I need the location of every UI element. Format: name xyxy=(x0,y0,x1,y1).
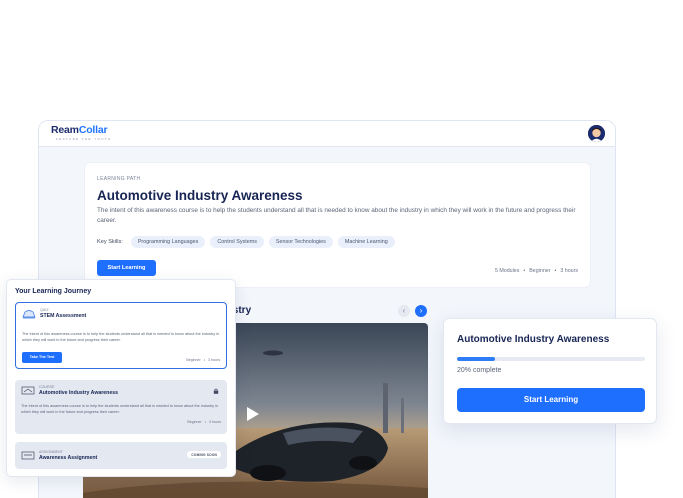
item-type: QUIZ xyxy=(40,308,49,312)
level-text: Beginner xyxy=(186,358,201,362)
learning-path-description: The intent of this awareness course is t… xyxy=(97,207,576,224)
skill-chip[interactable]: Programming Languages xyxy=(130,236,206,248)
item-name: STEM Assessment xyxy=(40,313,87,319)
course-meta: 5 Modules • Beginner • 3 hours xyxy=(495,268,578,274)
item-meta: Beginner • 3 hours xyxy=(187,420,221,424)
item-name: Automotive Industry Awareness xyxy=(39,390,118,396)
assignment-icon xyxy=(21,451,35,460)
duration-text: 3 hours xyxy=(208,358,220,362)
coming-soon-badge: COMING SOON xyxy=(187,451,221,458)
course-icon xyxy=(21,386,35,395)
skill-chip[interactable]: Machine Learning xyxy=(337,236,395,248)
logo-text-part1: Ream xyxy=(51,124,79,136)
quiz-icon xyxy=(22,310,36,319)
meta-separator: • xyxy=(204,420,206,424)
lock-icon xyxy=(213,388,219,394)
meta-separator: • xyxy=(523,268,526,274)
take-test-button[interactable]: Take The Test xyxy=(22,352,62,363)
start-learning-button[interactable]: Start Learning xyxy=(97,260,156,276)
user-avatar[interactable] xyxy=(588,125,605,142)
key-skills: Key Skills: Programming Languages Contro… xyxy=(97,236,395,248)
item-description: The intent of this awareness course is t… xyxy=(22,332,220,342)
item-name: Awareness Assignment xyxy=(39,455,98,461)
item-type: COURSE xyxy=(39,385,55,389)
progress-card-title: Automotive Industry Awareness xyxy=(457,334,610,345)
top-navbar: ReamCollar FEATURE THE YOUTH xyxy=(39,121,615,147)
logo-tagline: FEATURE THE YOUTH xyxy=(56,137,112,141)
progress-bar xyxy=(457,357,645,361)
modules-count: 5 Modules xyxy=(494,268,520,274)
meta-separator: • xyxy=(203,358,205,362)
journey-item-course[interactable]: COURSE Automotive Industry Awareness The… xyxy=(15,380,227,434)
key-skills-label: Key Skills: xyxy=(97,239,123,245)
carousel-next-button[interactable]: › xyxy=(415,305,427,317)
learning-path-card: LEARNING PATH Automotive Industry Awaren… xyxy=(84,162,591,288)
level-text: Beginner xyxy=(529,268,551,274)
logo-text-part2: Collar xyxy=(78,124,108,136)
progress-text: 20% complete xyxy=(457,367,502,374)
brand-logo[interactable]: ReamCollar FEATURE THE YOUTH xyxy=(51,124,110,141)
duration-text: 3 hours xyxy=(209,420,221,424)
learning-path-eyebrow: LEARNING PATH xyxy=(97,176,141,182)
item-type: ASSIGNMENT xyxy=(39,450,63,454)
item-description: The intent of this awareness course is t… xyxy=(21,404,219,414)
item-meta: Beginner • 3 hours xyxy=(186,358,220,362)
chevron-left-icon: ‹ xyxy=(402,306,406,315)
avatar-icon xyxy=(588,125,605,142)
journey-item-assignment[interactable]: ASSIGNMENT Awareness Assignment COMING S… xyxy=(15,442,227,469)
journey-item-quiz[interactable]: QUIZ STEM Assessment The intent of this … xyxy=(15,302,227,369)
carousel-prev-button[interactable]: ‹ xyxy=(398,305,410,317)
level-text: Beginner xyxy=(187,420,202,424)
learning-journey-panel: Your Learning Journey QUIZ STEM Assessme… xyxy=(6,279,236,477)
learning-path-title: Automotive Industry Awareness xyxy=(97,188,303,203)
progress-bar-fill xyxy=(457,357,495,361)
chevron-right-icon: › xyxy=(419,306,423,315)
journey-title: Your Learning Journey xyxy=(15,288,92,295)
skill-chip[interactable]: Sensor Technologies xyxy=(268,236,333,248)
start-learning-button[interactable]: Start Learning xyxy=(457,388,645,412)
course-progress-card: Automotive Industry Awareness 20% comple… xyxy=(443,318,657,424)
meta-separator: • xyxy=(554,268,557,274)
skill-chip[interactable]: Control Systems xyxy=(210,236,264,248)
play-icon[interactable] xyxy=(247,407,259,421)
duration-text: 3 hours xyxy=(560,268,578,274)
